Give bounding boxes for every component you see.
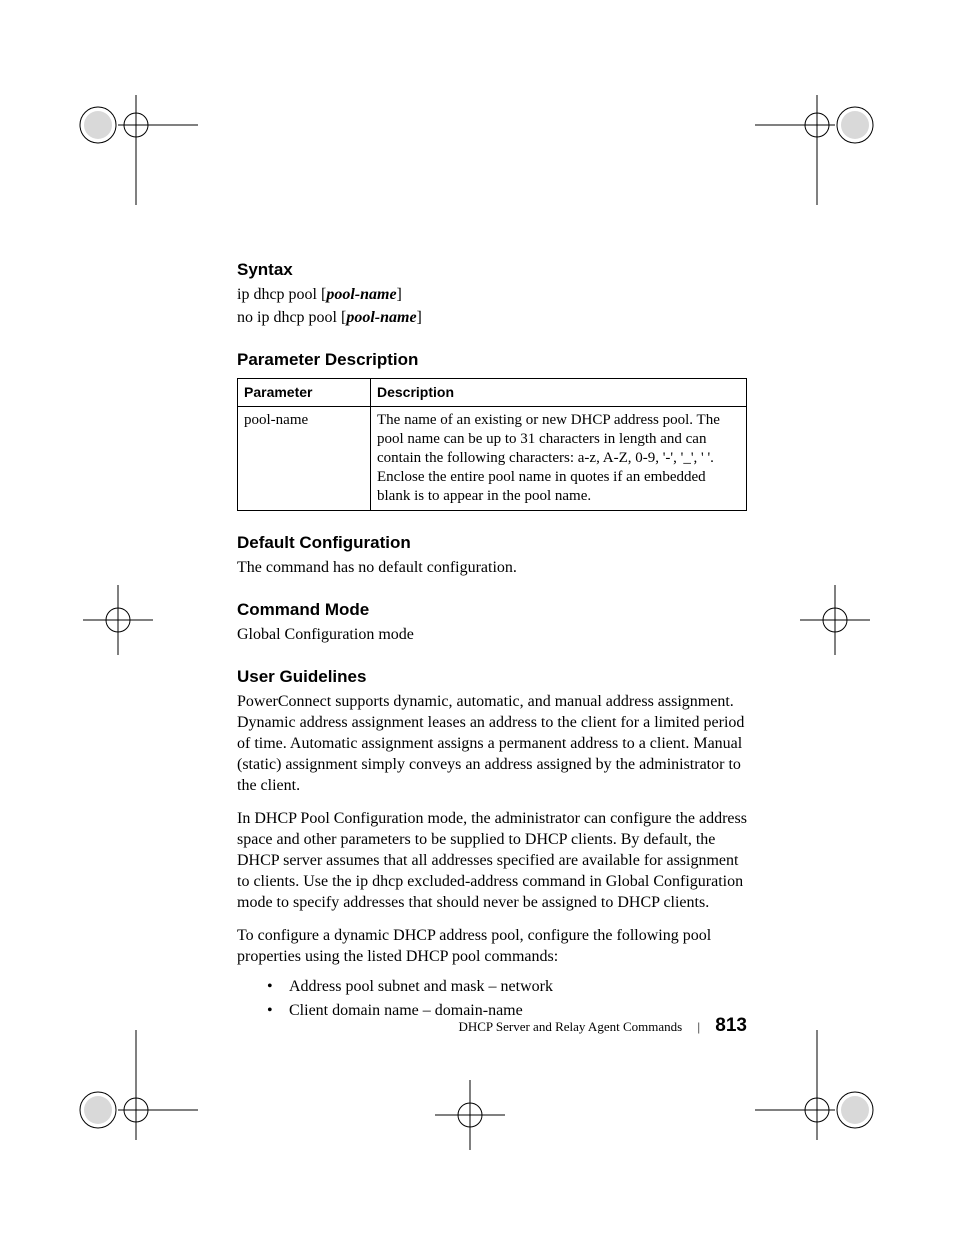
page-footer: DHCP Server and Relay Agent Commands | 8… <box>0 1015 747 1037</box>
section-user-guidelines: User Guidelines PowerConnect supports dy… <box>237 667 747 1023</box>
section-syntax: Syntax ip dhcp pool [pool-name] no ip dh… <box>237 260 747 328</box>
table-cell-param: pool-name <box>238 407 371 511</box>
crop-mark-icon <box>430 1075 510 1155</box>
guidelines-para-2: In DHCP Pool Configuration mode, the adm… <box>237 808 747 913</box>
table-cell-desc: The name of an existing or new DHCP addr… <box>371 407 747 511</box>
crop-mark-icon <box>795 580 875 660</box>
list-item: Address pool subnet and mask – network <box>267 975 747 999</box>
default-configuration-body: The command has no default configuration… <box>237 557 747 578</box>
footer-separator-icon: | <box>697 1019 700 1034</box>
parameter-table: Parameter Description pool-name The name… <box>237 378 747 511</box>
syntax-line-1: ip dhcp pool [pool-name] <box>237 284 747 305</box>
section-command-mode: Command Mode Global Configuration mode <box>237 600 747 645</box>
guidelines-para-1: PowerConnect supports dynamic, automatic… <box>237 691 747 796</box>
guidelines-para-3: To configure a dynamic DHCP address pool… <box>237 925 747 967</box>
heading-user-guidelines: User Guidelines <box>237 667 747 687</box>
table-header-row: Parameter Description <box>238 379 747 407</box>
section-parameter-description: Parameter Description Parameter Descript… <box>237 350 747 511</box>
heading-default-configuration: Default Configuration <box>237 533 747 553</box>
heading-parameter-description: Parameter Description <box>237 350 747 370</box>
crop-mark-icon <box>755 1030 875 1150</box>
heading-syntax: Syntax <box>237 260 747 280</box>
command-mode-body: Global Configuration mode <box>237 624 747 645</box>
syntax-line-2: no ip dhcp pool [pool-name] <box>237 307 747 328</box>
crop-mark-icon <box>755 85 875 205</box>
table-row: pool-name The name of an existing or new… <box>238 407 747 511</box>
page-content: Syntax ip dhcp pool [pool-name] no ip dh… <box>237 260 747 1041</box>
heading-command-mode: Command Mode <box>237 600 747 620</box>
crop-mark-icon <box>78 1030 198 1150</box>
table-header-description: Description <box>371 379 747 407</box>
footer-page-number: 813 <box>715 1015 747 1036</box>
section-default-configuration: Default Configuration The command has no… <box>237 533 747 578</box>
crop-mark-icon <box>78 580 158 660</box>
crop-mark-icon <box>78 85 198 205</box>
table-header-parameter: Parameter <box>238 379 371 407</box>
footer-chapter: DHCP Server and Relay Agent Commands <box>458 1019 682 1034</box>
